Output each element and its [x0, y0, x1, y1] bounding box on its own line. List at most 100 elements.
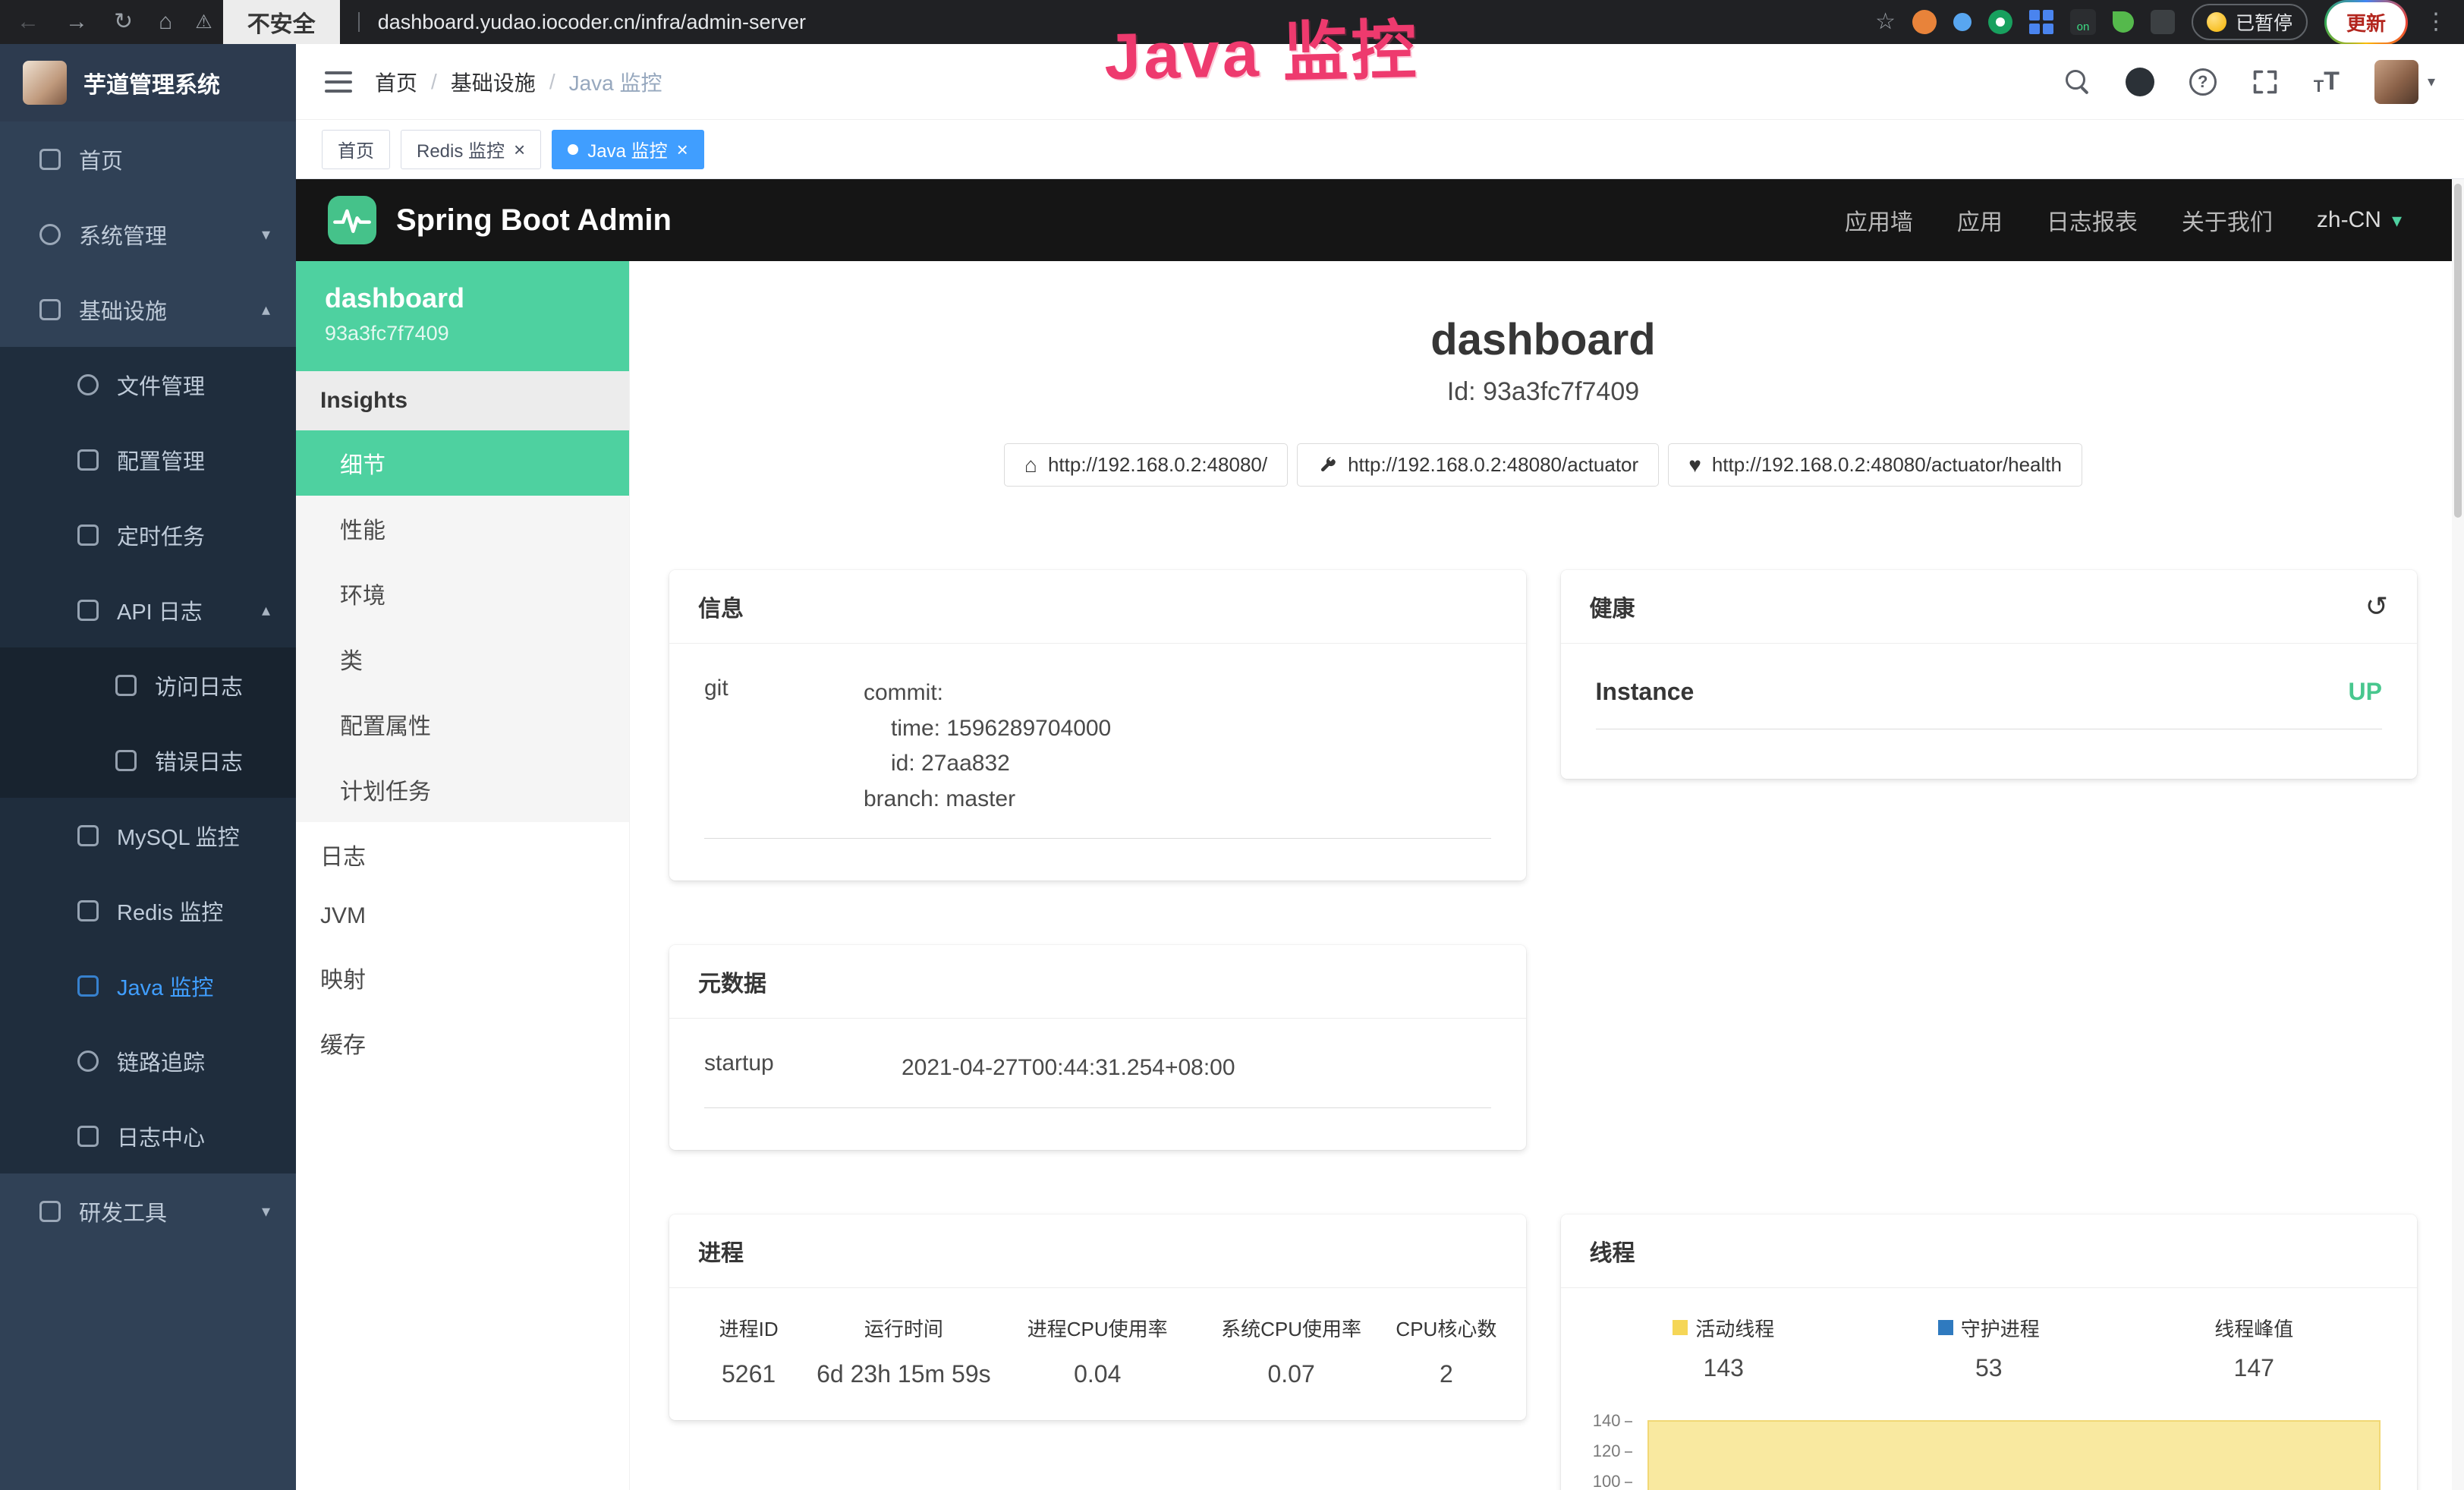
sba-nav-about[interactable]: 关于我们: [2182, 203, 2273, 237]
url-text: dashboard.yudao.iocoder.cn/infra/admin-s…: [378, 11, 806, 34]
sidebar-item-api-log[interactable]: API 日志 ▴: [0, 572, 296, 647]
sba-item-logs[interactable]: 日志: [296, 822, 629, 887]
sba-item-caches[interactable]: 缓存: [296, 1010, 629, 1076]
sba-logo-icon: [328, 196, 376, 244]
redis-icon: [77, 900, 99, 921]
sba-item-metrics[interactable]: 性能: [296, 496, 629, 561]
tab-home[interactable]: 首页: [322, 130, 390, 169]
sba-nav-wallboard[interactable]: 应用墙: [1845, 203, 1913, 237]
sba-nav-applications[interactable]: 应用: [1957, 203, 2003, 237]
sidebar-item-job[interactable]: 定时任务: [0, 497, 296, 572]
sidebar-item-tracing[interactable]: 链路追踪: [0, 1023, 296, 1098]
sidebar-item-redis[interactable]: Redis 监控: [0, 873, 296, 948]
legend-swatch-blue: [1938, 1320, 1953, 1335]
scrollbar-thumb[interactable]: [2454, 184, 2462, 518]
fullscreen-icon[interactable]: [2252, 68, 2279, 96]
font-size-icon[interactable]: TT: [2314, 67, 2340, 96]
sidebar-item-file[interactable]: 文件管理: [0, 347, 296, 422]
info-row-git: git commit: time: 1596289704000 id: 27aa…: [704, 676, 1491, 839]
health-url-button[interactable]: ♥ http://192.168.0.2:48080/actuator/heal…: [1668, 443, 2082, 487]
header-icons: ? TT ▾: [2065, 60, 2435, 104]
breadcrumb-home[interactable]: 首页: [375, 67, 417, 97]
info-value: commit: time: 1596289704000 id: 27aa832 …: [864, 676, 1111, 817]
sidebar-item-log-center[interactable]: 日志中心: [0, 1098, 296, 1173]
main-column: 首页 / 基础设施 / Java 监控 ? TT: [296, 44, 2464, 1490]
security-warning-icon: ⚠: [195, 11, 212, 33]
close-icon[interactable]: ×: [677, 140, 688, 159]
close-icon[interactable]: ×: [514, 140, 525, 159]
bookmark-star-icon[interactable]: ☆: [1875, 11, 1896, 33]
history-icon[interactable]: ↺: [2365, 593, 2388, 620]
update-button[interactable]: 更新: [2324, 0, 2408, 45]
sidebar-item-java[interactable]: Java 监控: [0, 948, 296, 1023]
extension-icon-1[interactable]: [1912, 10, 1937, 34]
sidebar-item-mysql[interactable]: MySQL 监控: [0, 798, 296, 873]
sba-item-environment[interactable]: 环境: [296, 561, 629, 626]
metadata-key: startup: [704, 1051, 902, 1086]
tags-view-bar: 首页 Redis 监控 × Java 监控 ×: [296, 120, 2464, 179]
sba-brand[interactable]: Spring Boot Admin: [328, 196, 672, 244]
extension-grid-icon[interactable]: [2029, 10, 2053, 34]
java-monitor-icon: [77, 975, 99, 997]
sidebar-item-error-log[interactable]: 错误日志: [0, 723, 296, 798]
sidebar-item-access-log[interactable]: 访问日志: [0, 647, 296, 723]
paused-badge[interactable]: 已暂停: [2192, 4, 2308, 40]
reload-icon[interactable]: ↻: [114, 11, 133, 33]
process-value: 0.07: [1194, 1360, 1388, 1388]
sba-item-details[interactable]: 细节: [296, 430, 629, 496]
extension-leaf-icon[interactable]: [2113, 11, 2134, 33]
chevron-down-icon: ▾: [2428, 72, 2435, 91]
chevron-down-icon: ▾: [262, 225, 270, 244]
card-threads: 线程 活动线程 1: [1561, 1214, 2418, 1490]
github-icon[interactable]: [2126, 68, 2154, 96]
sidebar-item-system[interactable]: 系统管理 ▾: [0, 197, 296, 272]
back-icon[interactable]: ←: [17, 11, 39, 33]
breadcrumb-infrastructure[interactable]: 基础设施: [451, 67, 536, 97]
actuator-url-button[interactable]: http://192.168.0.2:48080/actuator: [1297, 443, 1659, 487]
active-threads-area: [1647, 1420, 2381, 1490]
instance-url-button[interactable]: ⌂ http://192.168.0.2:48080/: [1004, 443, 1288, 487]
extensions-puzzle-icon[interactable]: [2151, 10, 2175, 34]
chevron-up-icon: ▴: [262, 300, 270, 320]
app-title: 芋道管理系统: [83, 66, 220, 99]
tab-java-monitor[interactable]: Java 监控 ×: [552, 130, 704, 169]
sba-item-classes[interactable]: 类: [296, 626, 629, 691]
sba-body: dashboard 93a3fc7f7409 Insights 细节 性能 环境…: [296, 261, 2464, 1490]
sba-item-scheduled-tasks[interactable]: 计划任务: [296, 757, 629, 822]
extension-icon-2[interactable]: [1953, 13, 1972, 31]
extension-on-icon[interactable]: on: [2070, 9, 2096, 35]
sba-item-config-props[interactable]: 配置属性: [296, 691, 629, 757]
help-icon[interactable]: ?: [2189, 68, 2217, 96]
card-process-body: 进程ID 运行时间 进程CPU使用率 系统CPU使用率 CPU核心数 5261 …: [669, 1288, 1526, 1420]
card-info: 信息 git commit: time: 1596289704000 id: 2: [669, 570, 1526, 880]
breadcrumb-separator: /: [431, 70, 437, 94]
sba-item-mappings[interactable]: 映射: [296, 945, 629, 1010]
sidebar-item-config[interactable]: 配置管理: [0, 422, 296, 497]
process-value: 2: [1388, 1360, 1504, 1388]
sba-item-jvm[interactable]: JVM: [296, 887, 629, 945]
sba-instance-header[interactable]: dashboard 93a3fc7f7409: [296, 261, 629, 371]
process-value: 0.04: [1001, 1360, 1194, 1388]
process-col-header: 进程ID: [691, 1314, 807, 1342]
sidebar-item-infrastructure[interactable]: 基础设施 ▴: [0, 272, 296, 347]
browser-home-icon[interactable]: ⌂: [159, 11, 172, 33]
search-icon[interactable]: [2065, 69, 2091, 95]
sba-locale-select[interactable]: zh-CN ▾: [2317, 207, 2402, 233]
sidebar-item-dev-tools[interactable]: 研发工具 ▾: [0, 1173, 296, 1249]
extension-icon-3[interactable]: [1988, 10, 2012, 34]
sba-nav-journal[interactable]: 日志报表: [2047, 203, 2138, 237]
card-health-header: 健康 ↺: [1561, 570, 2418, 644]
browser-menu-dots-icon[interactable]: ⋮: [2425, 11, 2447, 33]
card-metadata-body: startup 2021-04-27T00:44:31.254+08:00: [669, 1019, 1526, 1150]
hamburger-icon[interactable]: [325, 71, 352, 93]
user-menu[interactable]: ▾: [2374, 60, 2435, 104]
sidebar-item-home[interactable]: 首页: [0, 121, 296, 197]
forward-icon[interactable]: →: [65, 11, 88, 33]
app-logo[interactable]: 芋道管理系统: [0, 44, 296, 121]
home-icon: ⌂: [1024, 455, 1037, 476]
card-process-header: 进程: [669, 1214, 1526, 1288]
breadcrumb-separator: /: [549, 70, 555, 94]
chevron-up-icon: ▴: [262, 600, 270, 620]
card-title: 信息: [698, 590, 744, 623]
tab-redis-monitor[interactable]: Redis 监控 ×: [401, 130, 541, 169]
